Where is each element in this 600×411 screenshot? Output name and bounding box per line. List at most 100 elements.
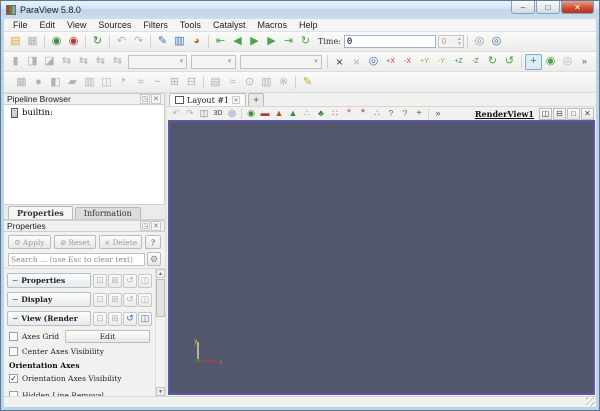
copy-display-icon[interactable]: ⊡: [93, 292, 107, 307]
select-frustum-points-icon[interactable]: ▲: [286, 108, 300, 120]
disconnect-server-icon[interactable]: ◉: [65, 34, 82, 50]
spinner-down-icon[interactable]: ▼: [457, 41, 462, 47]
adjust-camera-icon[interactable]: ◫: [197, 108, 211, 120]
split-horizontal-button[interactable]: ◫: [539, 107, 552, 120]
open-file-icon[interactable]: ▤: [7, 34, 24, 50]
orientation-axes-checkbox[interactable]: ✓: [9, 374, 18, 383]
menu-view[interactable]: View: [61, 20, 92, 30]
select-points-query-icon[interactable]: ?: [398, 108, 412, 120]
select-polygon-cells-icon[interactable]: ∴: [300, 108, 314, 120]
tab-properties[interactable]: Properties: [8, 206, 73, 219]
minimize-button[interactable]: –: [511, 1, 535, 14]
select-cells-query-icon[interactable]: ?: [384, 108, 398, 120]
menu-tools[interactable]: Tools: [174, 20, 207, 30]
apply-button[interactable]: ⚙ Apply: [8, 235, 51, 249]
menu-file[interactable]: File: [7, 20, 34, 30]
camera-toolbar-overflow-icon[interactable]: »: [576, 54, 593, 70]
delete-button[interactable]: × Delete: [99, 235, 143, 249]
previous-frame-icon[interactable]: ◀: [229, 34, 246, 50]
zoom-to-data-camera-icon[interactable]: ×: [348, 54, 365, 70]
slice-filter-icon[interactable]: ▰: [64, 74, 81, 90]
render-viewport[interactable]: y x: [168, 120, 595, 395]
camera-undo-icon[interactable]: ↶: [169, 108, 183, 120]
contour-filter-icon[interactable]: ●: [30, 74, 47, 90]
rotate-90-clockwise-icon[interactable]: ↻: [484, 54, 501, 70]
save-view-defaults-icon[interactable]: ◫: [138, 311, 152, 326]
edit-color-map-icon[interactable]: ✎: [154, 34, 171, 50]
menu-filters[interactable]: Filters: [137, 20, 174, 30]
toggle-color-legend-icon[interactable]: ▮: [7, 54, 24, 70]
menu-help[interactable]: Help: [293, 20, 324, 30]
select-block-icon[interactable]: ♣: [314, 108, 328, 120]
search-options-gear-icon[interactable]: ⚙: [147, 252, 161, 266]
section-properties-header[interactable]: − Properties: [7, 273, 91, 288]
next-frame-icon[interactable]: ▶: [263, 34, 280, 50]
scroll-down-icon[interactable]: ▼: [156, 387, 165, 396]
scroll-up-icon[interactable]: ▲: [156, 269, 165, 278]
split-vertical-button[interactable]: ⊟: [553, 107, 566, 120]
spreadsheet-icon[interactable]: ▦: [13, 74, 30, 90]
properties-close-button[interactable]: ✕: [151, 221, 161, 231]
set-view-minus-x-icon[interactable]: -X: [399, 54, 416, 70]
axes-grid-checkbox[interactable]: [9, 332, 18, 341]
show-center-of-rotation-icon[interactable]: ◎: [559, 54, 576, 70]
menu-sources[interactable]: Sources: [92, 20, 137, 30]
zoom-to-box-view-icon[interactable]: ◎: [225, 108, 239, 120]
maximize-view-button[interactable]: □: [567, 107, 580, 120]
select-surface-points-icon[interactable]: ▬: [258, 108, 272, 120]
menu-catalyst[interactable]: Catalyst: [207, 20, 252, 30]
reset-properties-defaults-icon[interactable]: ↺: [123, 273, 137, 288]
representation-combo[interactable]: ▼: [239, 54, 322, 69]
rescale-to-visible-range-icon[interactable]: ⇆: [109, 54, 126, 70]
redo-icon[interactable]: ↷: [130, 34, 147, 50]
interactive-select-cells-icon[interactable]: ∷: [328, 108, 342, 120]
maximize-button[interactable]: □: [536, 1, 560, 14]
reset-center-of-rotation-icon[interactable]: ◉: [542, 54, 559, 70]
add-layout-tab[interactable]: +: [248, 93, 265, 106]
reset-view-defaults-icon[interactable]: ↺: [123, 311, 137, 326]
extract-selection-icon[interactable]: ※: [275, 74, 292, 90]
scrollbar-thumb[interactable]: [156, 279, 165, 317]
paste-properties-icon[interactable]: ⊞: [108, 273, 122, 288]
warp-by-vector-filter-icon[interactable]: ~: [149, 74, 166, 90]
stream-tracer-filter-icon[interactable]: ≈: [132, 74, 149, 90]
probe-location-icon[interactable]: ⊙: [241, 74, 258, 90]
save-data-icon[interactable]: ▦: [24, 34, 41, 50]
tab-information[interactable]: Information: [74, 207, 141, 219]
color-map-editor-icon[interactable]: ▥: [171, 34, 188, 50]
set-view-minus-y-icon[interactable]: -Y: [433, 54, 450, 70]
glyph-filter-icon[interactable]: *: [115, 74, 132, 90]
add-selection-icon[interactable]: +: [412, 108, 426, 120]
rescale-to-data-range-icon[interactable]: ⇆: [58, 54, 75, 70]
section-display-header[interactable]: − Display: [7, 292, 91, 307]
rescale-to-custom-range-icon[interactable]: ⇆: [75, 54, 92, 70]
close-view-button[interactable]: ✕: [581, 107, 594, 120]
menu-macros[interactable]: Macros: [251, 20, 293, 30]
copy-properties-icon[interactable]: ⊡: [93, 273, 107, 288]
paste-view-icon[interactable]: ⊞: [108, 311, 122, 326]
open-spreadsheet-view-icon[interactable]: ▤: [207, 74, 224, 90]
close-button[interactable]: ✕: [561, 1, 594, 14]
paste-display-icon[interactable]: ⊞: [108, 292, 122, 307]
layout-tab-close-icon[interactable]: ✕: [232, 96, 241, 104]
plot-selection-over-time-icon[interactable]: ▥: [258, 74, 275, 90]
search-input[interactable]: [8, 252, 145, 266]
view-toolbar-overflow-icon[interactable]: »: [431, 108, 445, 120]
color-component-combo[interactable]: ▼: [191, 54, 236, 69]
extract-group-filter-icon[interactable]: ⊟: [183, 74, 200, 90]
load-color-palette-icon[interactable]: ◕: [188, 34, 205, 50]
hover-points-icon[interactable]: ∴: [370, 108, 384, 120]
last-frame-icon[interactable]: ⇥: [280, 34, 297, 50]
save-display-defaults-icon[interactable]: ◫: [138, 292, 152, 307]
pick-center-of-rotation-icon[interactable]: +: [525, 53, 542, 70]
interactive-select-points-icon[interactable]: *: [342, 108, 356, 120]
zoom-to-data-icon[interactable]: ◎: [488, 34, 505, 50]
threshold-filter-icon[interactable]: ▥: [81, 74, 98, 90]
pipeline-item-builtin[interactable]: builtin:: [11, 108, 164, 118]
rotate-90-counterclockwise-icon[interactable]: ↺: [501, 54, 518, 70]
center-axes-checkbox[interactable]: [9, 347, 18, 356]
set-view-plus-z-icon[interactable]: +Z: [450, 54, 467, 70]
set-view-plus-x-icon[interactable]: +X: [382, 54, 399, 70]
extract-subset-filter-icon[interactable]: ◫: [98, 74, 115, 90]
properties-float-button[interactable]: ◳: [140, 221, 150, 231]
